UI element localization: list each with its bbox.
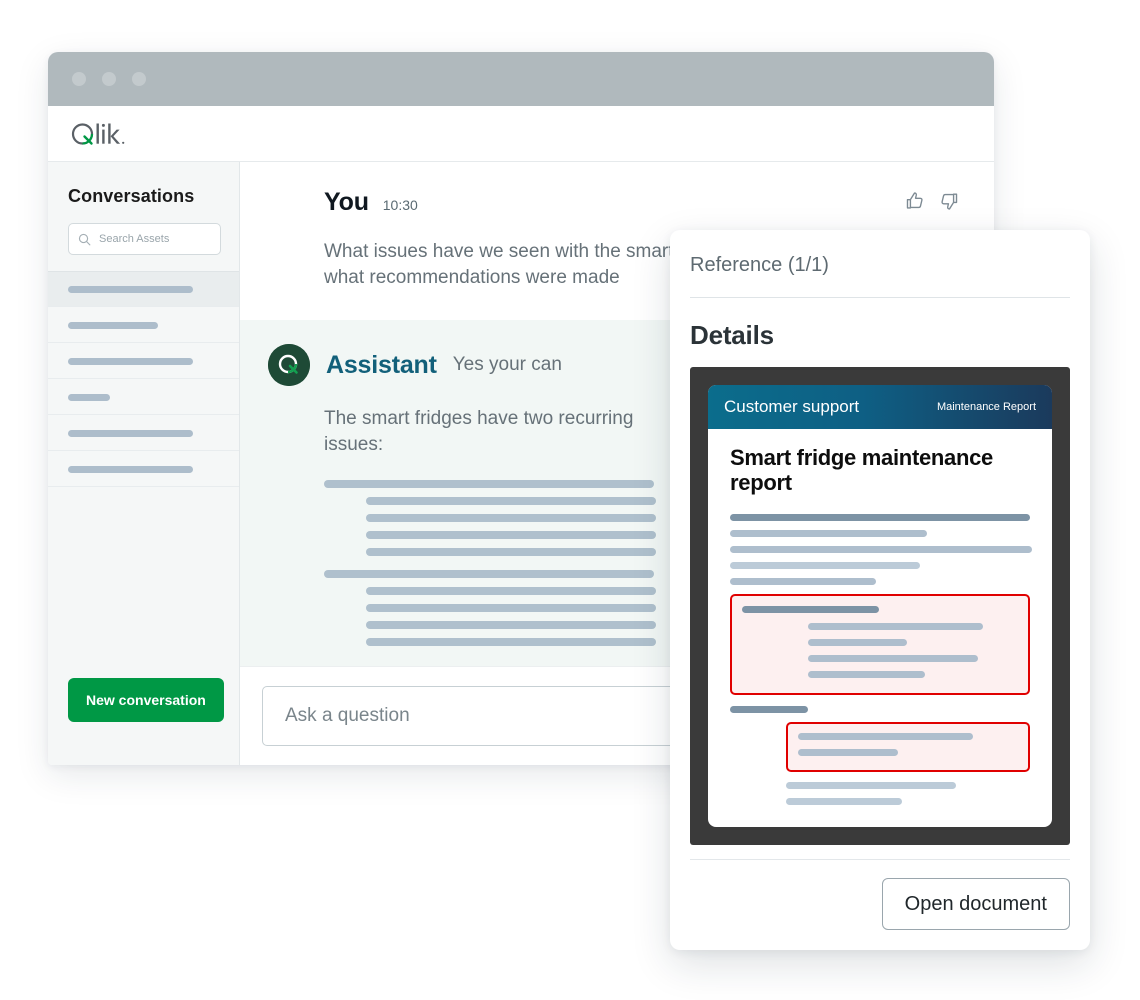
document-highlight-secondary — [786, 721, 1030, 772]
document-header: Customer support Maintenance Report — [708, 385, 1052, 429]
conversation-title-placeholder — [68, 465, 193, 473]
document-kind: Maintenance Report — [936, 401, 1036, 413]
conversation-item[interactable] — [48, 343, 239, 379]
conversation-item[interactable] — [48, 451, 239, 487]
sidebar: Conversations Search Assets New conversa… — [48, 162, 240, 765]
conversation-item[interactable] — [48, 415, 239, 451]
document-title: Smart fridge maintenance report — [730, 445, 993, 496]
document-text-line — [808, 670, 925, 678]
document-text-line — [808, 638, 907, 646]
reference-divider — [690, 297, 1070, 298]
conversation-list — [48, 271, 239, 487]
search-input[interactable]: Search Assets — [99, 233, 169, 245]
skeleton-line — [366, 496, 656, 505]
document-paragraph-top — [730, 513, 1032, 585]
user-message-author: You — [324, 188, 369, 216]
window-titlebar — [48, 52, 994, 106]
thumbs-up-icon[interactable] — [904, 190, 926, 212]
conversation-item[interactable] — [48, 271, 239, 307]
document-text-line — [786, 781, 956, 789]
screenshot-stage: Conversations Search Assets New conversa… — [0, 0, 1140, 1000]
document-text-line — [730, 529, 927, 537]
window-maximize-dot[interactable] — [132, 72, 146, 86]
qlik-q-avatar-icon — [268, 344, 310, 387]
details-heading: Details — [690, 320, 774, 350]
skeleton-line — [324, 479, 654, 488]
sidebar-title: Conversations — [68, 186, 195, 206]
document-text-line — [730, 545, 1032, 553]
document-text-line — [730, 513, 1030, 521]
document-highlight-heading — [742, 605, 879, 613]
document-body: Smart fridge maintenance report — [708, 429, 1052, 805]
conversation-item[interactable] — [48, 379, 239, 415]
document-highlight-primary — [730, 593, 1030, 695]
conversation-title-placeholder — [68, 429, 193, 437]
app-header — [48, 106, 994, 162]
document-text-line — [730, 561, 920, 569]
reference-panel-title: Reference (1/1) — [690, 254, 829, 276]
conversation-title-placeholder — [68, 285, 193, 293]
document-text-line — [808, 654, 978, 662]
skeleton-line — [366, 637, 656, 646]
user-message-timestamp: 10:30 — [382, 197, 418, 213]
reference-panel: Reference (1/1) Details Customer support… — [670, 230, 1090, 950]
document-text-line — [798, 732, 973, 740]
conversation-title-placeholder — [68, 321, 158, 329]
conversation-title-placeholder — [68, 393, 110, 401]
qlik-logo-icon[interactable] — [70, 121, 128, 147]
reference-footer: Open document — [690, 860, 1070, 930]
skeleton-line — [366, 513, 656, 522]
search-assets-box[interactable]: Search Assets — [68, 223, 221, 255]
window-minimize-dot[interactable] — [102, 72, 116, 86]
document-text-line — [798, 748, 898, 756]
document-preview-frame[interactable]: Customer support Maintenance Report Smar… — [690, 367, 1070, 845]
user-message-header: You 10:30 — [324, 188, 964, 217]
thumbs-down-icon[interactable] — [938, 190, 960, 212]
window-close-dot[interactable] — [72, 72, 86, 86]
skeleton-line — [366, 620, 656, 629]
document-text-line — [730, 705, 808, 713]
document-paragraph-bottom — [786, 781, 1030, 805]
document-brand: Customer support — [724, 397, 860, 416]
feedback-controls — [904, 190, 960, 212]
skeleton-line — [366, 603, 656, 612]
search-icon — [78, 233, 91, 245]
document-text-line — [730, 577, 876, 585]
open-document-button[interactable]: Open document — [881, 878, 1070, 930]
skeleton-line — [366, 547, 656, 556]
document-preview-card: Customer support Maintenance Report Smar… — [708, 385, 1052, 827]
conversation-title-placeholder — [68, 357, 193, 365]
document-text-line — [786, 797, 902, 805]
assistant-message-subtitle: Yes your can — [452, 354, 562, 376]
assistant-message-author: Assistant — [326, 350, 437, 379]
skeleton-line — [366, 586, 656, 595]
assistant-message-text: The smart fridges have two recurring iss… — [324, 408, 634, 455]
new-conversation-button[interactable]: New conversation — [68, 678, 224, 722]
conversation-item[interactable] — [48, 307, 239, 343]
skeleton-line — [366, 530, 656, 539]
document-text-line — [808, 622, 983, 630]
skeleton-line — [324, 569, 654, 578]
